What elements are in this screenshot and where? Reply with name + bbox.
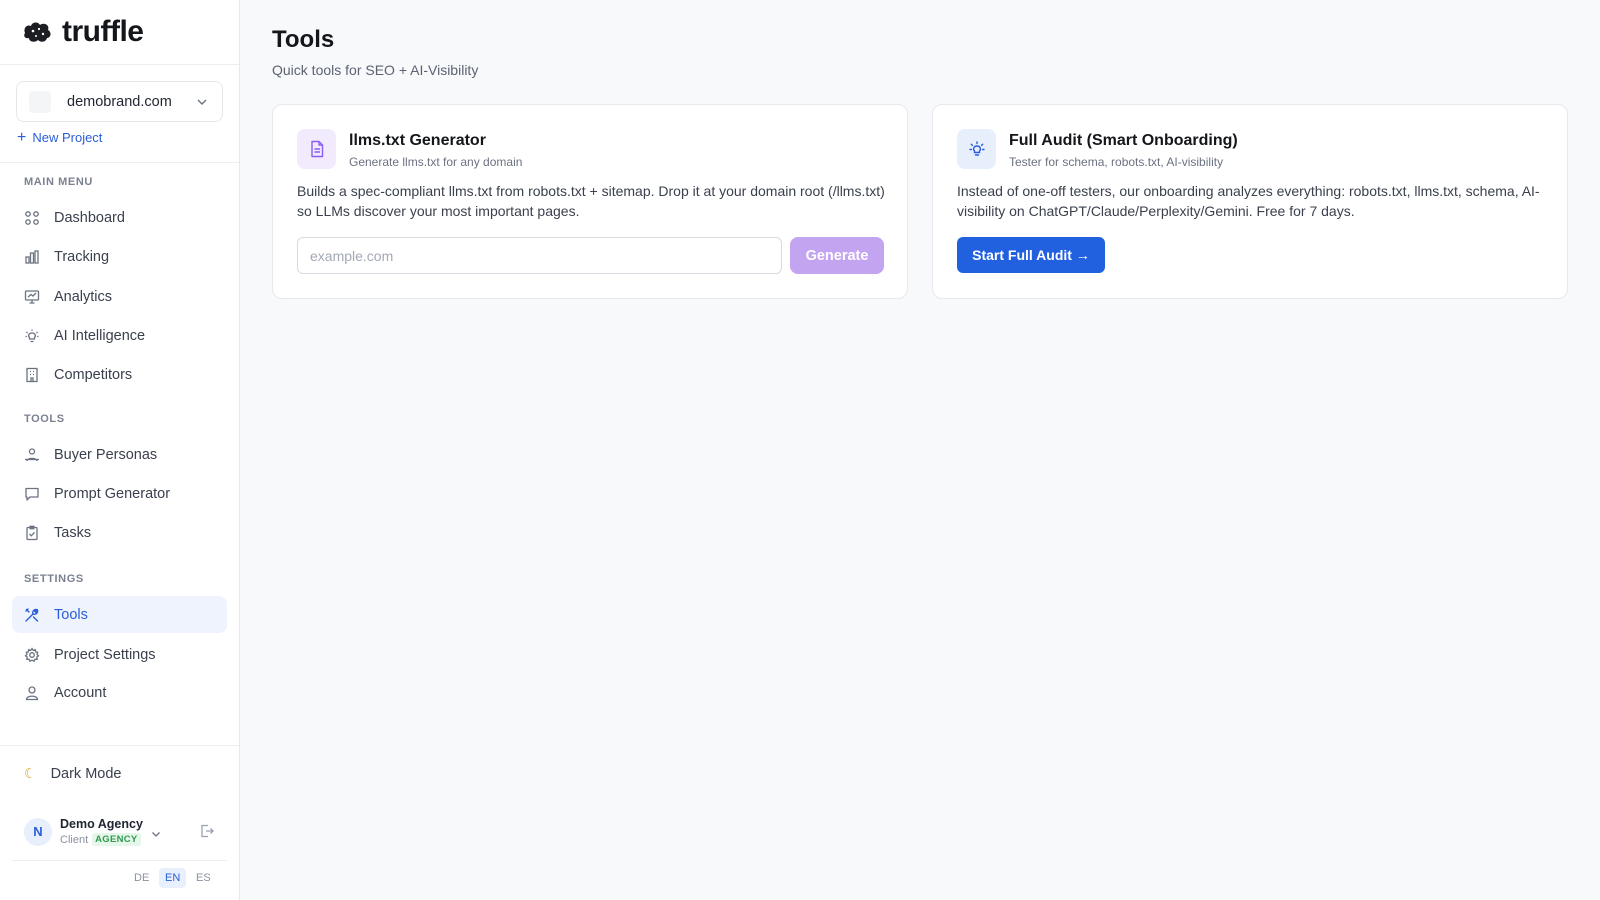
document-icon bbox=[297, 129, 336, 169]
sidebar-item-tasks[interactable]: Tasks bbox=[12, 514, 227, 551]
sidebar-item-label: Dashboard bbox=[54, 209, 125, 226]
message-icon bbox=[24, 486, 40, 502]
tools-icon bbox=[24, 607, 40, 623]
section-label-tools: TOOLS bbox=[24, 413, 65, 425]
sidebar-item-label: Project Settings bbox=[54, 646, 156, 663]
sidebar-item-prompt-generator[interactable]: Prompt Generator bbox=[12, 475, 227, 512]
clipboard-check-icon bbox=[24, 525, 40, 541]
generate-button[interactable]: Generate bbox=[790, 237, 884, 274]
sidebar-item-project-settings[interactable]: Project Settings bbox=[12, 636, 227, 673]
logo-text: truffle bbox=[62, 15, 144, 48]
card-subtitle: Tester for schema, robots.txt, AI-visibi… bbox=[1009, 155, 1224, 169]
language-option-de[interactable]: DE bbox=[128, 868, 155, 888]
sidebar-item-label: Buyer Personas bbox=[54, 446, 158, 463]
users-icon bbox=[24, 447, 40, 463]
sidebar-item-buyer-personas[interactable]: Buyer Personas bbox=[12, 436, 227, 473]
logout-icon[interactable] bbox=[199, 823, 215, 839]
sidebar: truffle demobrand.com + New Project MAIN… bbox=[0, 0, 240, 900]
user-icon bbox=[24, 685, 40, 701]
gear-icon bbox=[24, 646, 40, 663]
dark-mode-label: Dark Mode bbox=[50, 765, 122, 782]
sidebar-item-label: Account bbox=[54, 684, 107, 701]
language-option-es[interactable]: ES bbox=[190, 868, 217, 888]
logo[interactable]: truffle bbox=[20, 15, 144, 48]
divider bbox=[0, 745, 239, 746]
plus-icon: + bbox=[17, 128, 27, 146]
card-title: Full Audit (Smart Onboarding) bbox=[1009, 132, 1238, 149]
llms-txt-generator-card: llms.txt Generator Generate llms.txt for… bbox=[272, 104, 908, 299]
user-role: Client bbox=[60, 833, 89, 846]
sidebar-item-ai-intelligence[interactable]: AI Intelligence bbox=[12, 317, 227, 354]
project-selector[interactable]: demobrand.com bbox=[16, 81, 223, 122]
card-description: Builds a spec-compliant llms.txt from ro… bbox=[297, 183, 885, 219]
sidebar-item-label: Competitors bbox=[54, 366, 133, 383]
new-project-label: New Project bbox=[32, 130, 103, 145]
chevron-down-icon bbox=[197, 99, 207, 105]
moon-icon: ☾ bbox=[24, 765, 37, 781]
page-title: Tools bbox=[272, 26, 335, 53]
sidebar-item-tools[interactable]: Tools bbox=[12, 596, 227, 633]
sidebar-item-label: Analytics bbox=[54, 288, 113, 305]
section-label-settings: SETTINGS bbox=[24, 573, 84, 585]
lightbulb-icon bbox=[957, 129, 996, 169]
truffle-logo-icon bbox=[24, 22, 51, 42]
sidebar-item-account[interactable]: Account bbox=[12, 674, 227, 711]
full-audit-card: Full Audit (Smart Onboarding) Tester for… bbox=[932, 104, 1568, 299]
user-name: Demo Agency bbox=[60, 817, 143, 831]
sidebar-item-label: Prompt Generator bbox=[54, 485, 171, 502]
sidebar-item-label: Tasks bbox=[54, 524, 92, 541]
card-title: llms.txt Generator bbox=[349, 132, 486, 149]
project-name: demobrand.com bbox=[67, 93, 172, 110]
user-profile[interactable]: N Demo Agency Client AGENCY bbox=[24, 817, 143, 846]
bar-chart-icon bbox=[24, 249, 40, 265]
sidebar-item-tracking[interactable]: Tracking bbox=[12, 238, 227, 275]
new-project-link[interactable]: + New Project bbox=[17, 128, 103, 146]
sidebar-item-analytics[interactable]: Analytics bbox=[12, 278, 227, 315]
dark-mode-toggle[interactable]: ☾ Dark Mode bbox=[24, 765, 121, 782]
sidebar-item-label: AI Intelligence bbox=[54, 327, 146, 344]
sidebar-item-competitors[interactable]: Competitors bbox=[12, 356, 227, 393]
section-label-main-menu: MAIN MENU bbox=[24, 176, 93, 188]
page-subtitle: Quick tools for SEO + AI-Visibility bbox=[272, 62, 479, 78]
sidebar-item-label: Tools bbox=[54, 606, 88, 623]
avatar: N bbox=[24, 817, 52, 846]
language-option-en[interactable]: EN bbox=[159, 868, 187, 888]
building-icon bbox=[24, 367, 40, 383]
domain-input[interactable] bbox=[297, 237, 782, 274]
plan-badge: AGENCY bbox=[92, 833, 141, 846]
divider bbox=[0, 162, 239, 163]
lightbulb-icon bbox=[24, 328, 40, 344]
sidebar-item-dashboard[interactable]: Dashboard bbox=[12, 199, 227, 236]
divider bbox=[12, 860, 227, 861]
start-full-audit-button[interactable]: Start Full Audit → bbox=[957, 237, 1105, 273]
chevron-down-icon[interactable] bbox=[151, 829, 161, 839]
card-subtitle: Generate llms.txt for any domain bbox=[349, 155, 523, 169]
divider bbox=[0, 64, 239, 65]
grid-icon bbox=[24, 210, 40, 226]
presentation-chart-icon bbox=[24, 289, 40, 305]
project-favicon bbox=[29, 90, 51, 113]
sidebar-item-label: Tracking bbox=[54, 248, 110, 265]
card-description: Instead of one-off testers, our onboardi… bbox=[957, 183, 1540, 219]
